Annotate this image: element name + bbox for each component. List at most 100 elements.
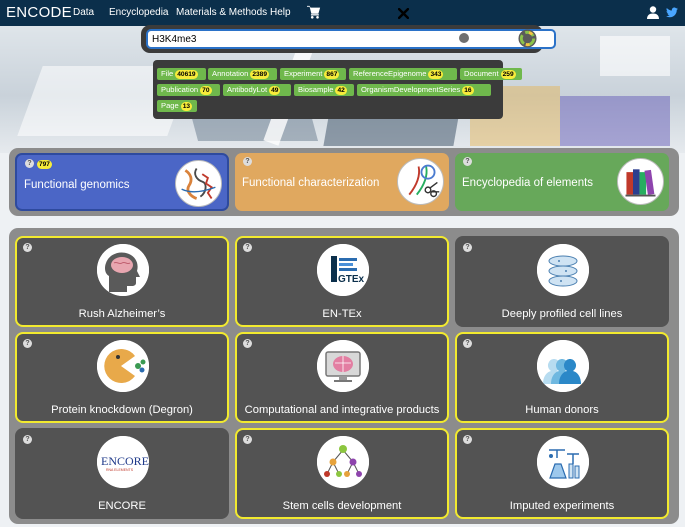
card-title: Encyclopedia of elements xyxy=(462,177,594,189)
tile-label: Rush Alzheimer’s xyxy=(78,308,166,320)
help-icon[interactable]: ? xyxy=(243,243,252,252)
toggle-knob xyxy=(459,33,469,43)
chip-count: 259 xyxy=(500,70,516,79)
tile-protein-knockdown[interactable]: ? Protein knockdown (Degron) xyxy=(15,332,229,423)
chip-label: AntibodyLot xyxy=(227,85,268,94)
result-chip-biosample[interactable]: Biosample 42 xyxy=(294,84,354,96)
tile-en-tex[interactable]: ? ENCODE GTEx EN-TEx xyxy=(235,236,449,327)
help-icon[interactable]: ? xyxy=(243,435,252,444)
tile-encore[interactable]: ? ENCORE RNA ELEMENTS ENCORE xyxy=(15,428,229,519)
hero-decor-shape xyxy=(560,96,670,146)
dna-scissors-icon xyxy=(397,158,444,205)
search-results-dropdown: File 40619 Annotation 2389 Experiment 867 R… xyxy=(153,60,522,119)
tile-imputed-experiments[interactable]: ? Imputed experiments xyxy=(455,428,669,519)
chip-label: ReferenceEpigenome xyxy=(353,69,427,78)
chip-label: Experiment xyxy=(284,69,323,78)
svg-text:GTEx: GTEx xyxy=(338,274,365,285)
gtex-logo-icon: ENCODE GTEx xyxy=(317,244,369,296)
chip-count: 70 xyxy=(200,86,212,95)
screen-logo-icon xyxy=(518,29,537,48)
cell-tree-icon xyxy=(317,436,369,488)
result-chip-file[interactable]: File 40619 xyxy=(157,68,206,80)
encore-logo-icon: ENCORE RNA ELEMENTS xyxy=(97,436,149,488)
cart-icon[interactable] xyxy=(307,5,321,19)
card-encyclopedia-of-elements[interactable]: ? Encyclopedia of elements xyxy=(455,153,669,211)
card-title: Functional characterization xyxy=(242,177,380,189)
twitter-icon[interactable] xyxy=(666,7,678,18)
mode-encode-label: ENCODE xyxy=(423,34,460,44)
chip-label: Page xyxy=(161,101,179,110)
tile-label: Stem cells development xyxy=(282,500,402,512)
books-icon xyxy=(617,158,664,205)
chip-label: File xyxy=(161,69,174,78)
chip-count: 40619 xyxy=(175,70,198,79)
tile-label: Human donors xyxy=(525,404,599,416)
tile-computational-integrative[interactable]: ? Computational and integrative products xyxy=(235,332,449,423)
chip-label: OrganismDevelopmentSeries xyxy=(361,85,461,94)
tile-human-donors[interactable]: ? Human donors xyxy=(455,332,669,423)
hero-decor-shape xyxy=(600,36,670,76)
help-icon[interactable]: ? xyxy=(463,435,472,444)
lab-flask-icon xyxy=(537,436,589,488)
chip-label: Biosample xyxy=(298,85,334,94)
result-chip-publication[interactable]: Publication 70 xyxy=(157,84,220,96)
tile-label: EN-TEx xyxy=(322,308,362,320)
chip-label: Publication xyxy=(161,85,199,94)
chip-count: 343 xyxy=(428,70,444,79)
top-navbar: ENCODE Data Encyclopedia Materials & Met… xyxy=(0,0,685,26)
result-chip-page[interactable]: Page 13 xyxy=(157,100,197,112)
encode-screen-toggle[interactable] xyxy=(458,32,478,44)
tile-label: ENCORE xyxy=(98,500,146,512)
nav-data[interactable]: Data xyxy=(73,7,94,18)
tile-label: Deeply profiled cell lines xyxy=(501,308,623,320)
chip-count: 42 xyxy=(335,86,347,95)
svg-text:ENCORE: ENCORE xyxy=(101,454,149,468)
card-functional-characterization[interactable]: ? Functional characterization xyxy=(235,153,449,211)
brain-head-icon xyxy=(97,244,149,296)
count-badge: 797 xyxy=(37,160,52,169)
svg-text:RNA ELEMENTS: RNA ELEMENTS xyxy=(106,468,134,472)
genome-map-icon xyxy=(175,160,222,207)
mode-screen-label: SCREEN xyxy=(481,34,517,44)
tile-label: Protein knockdown (Degron) xyxy=(51,404,193,416)
user-icon[interactable] xyxy=(647,6,659,19)
result-chip-reference-epigenome[interactable]: ReferenceEpigenome 343 xyxy=(349,68,457,80)
tile-deeply-profiled-cell-lines[interactable]: ? Deeply profiled cell lines xyxy=(455,236,669,327)
help-icon[interactable]: ? xyxy=(463,339,472,348)
help-icon[interactable]: ? xyxy=(23,435,32,444)
result-chip-antibody-lot[interactable]: AntibodyLot 49 xyxy=(223,84,291,96)
tile-stem-cells-development[interactable]: ? Stem cells development xyxy=(235,428,449,519)
result-chip-document[interactable]: Document 259 xyxy=(460,68,522,80)
help-icon[interactable]: ? xyxy=(23,243,32,252)
nav-help[interactable]: Help xyxy=(270,7,291,18)
chip-label: Annotation xyxy=(212,69,249,78)
chip-label: Document xyxy=(464,69,499,78)
result-chip-annotation[interactable]: Annotation 2389 xyxy=(208,68,277,80)
card-functional-genomics[interactable]: ? 797 Functional genomics xyxy=(15,153,229,211)
help-icon[interactable]: ? xyxy=(463,243,472,252)
help-icon[interactable]: ? xyxy=(25,159,34,168)
brand-logo[interactable]: ENCODE xyxy=(6,4,72,21)
pacman-protein-icon xyxy=(97,340,149,392)
chip-count: 49 xyxy=(269,86,281,95)
tile-label: Imputed experiments xyxy=(509,500,615,512)
clear-search-icon[interactable] xyxy=(398,8,409,19)
help-icon[interactable]: ? xyxy=(243,157,252,166)
chip-count: 867 xyxy=(324,70,340,79)
nav-encyclopedia[interactable]: Encyclopedia xyxy=(109,7,168,18)
tile-label: Computational and integrative products xyxy=(244,404,440,416)
tile-rush-alzheimers[interactable]: ? Rush Alzheimer’s xyxy=(15,236,229,327)
help-icon[interactable]: ? xyxy=(463,157,472,166)
chip-count: 13 xyxy=(180,102,193,111)
human-silhouettes-icon xyxy=(537,340,589,392)
nav-materials-methods[interactable]: Materials & Methods xyxy=(176,7,267,18)
monitor-brain-icon xyxy=(317,340,369,392)
card-title: Functional genomics xyxy=(24,179,130,191)
result-chip-experiment[interactable]: Experiment 867 xyxy=(280,68,346,80)
chip-count: 2389 xyxy=(250,70,269,79)
result-chip-organism-development-series[interactable]: OrganismDevelopmentSeries 16 xyxy=(357,84,491,96)
chip-count: 16 xyxy=(462,86,474,95)
help-icon[interactable]: ? xyxy=(23,339,32,348)
help-icon[interactable]: ? xyxy=(243,339,252,348)
petri-dish-icon xyxy=(537,244,589,296)
